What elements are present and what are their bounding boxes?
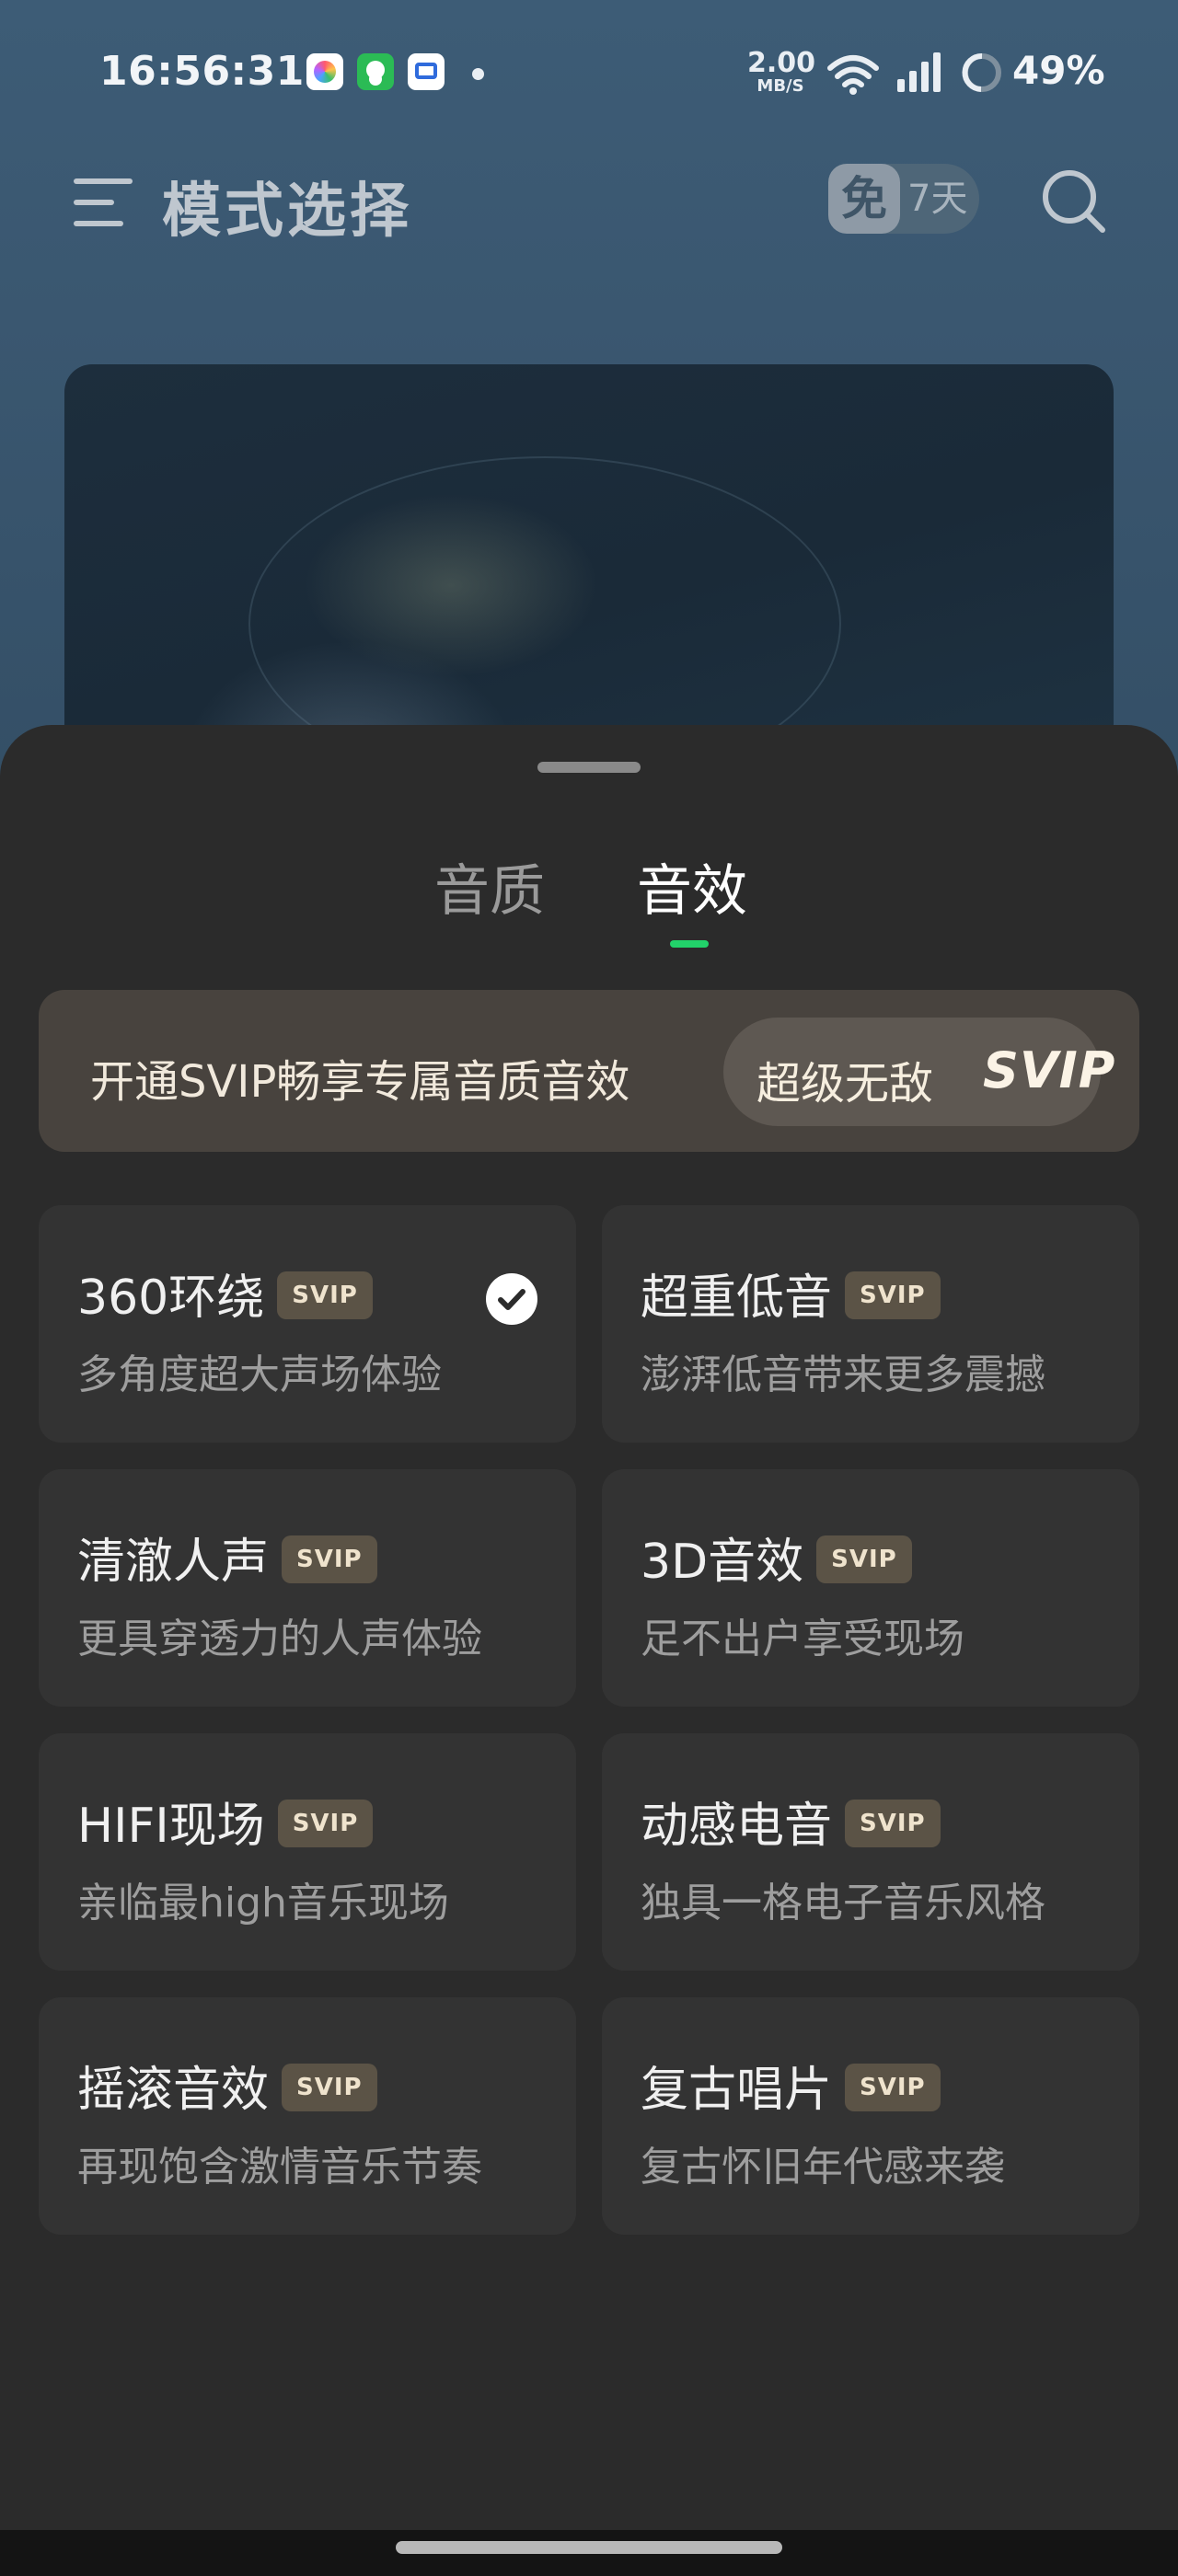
network-speed-unit: MB/S [756, 76, 804, 96]
free-icon: 免 [828, 164, 900, 234]
effect-card-360-surround[interactable]: 360环绕 SVIP 多角度超大声场体验 [39, 1205, 576, 1443]
notification-app-icon [408, 53, 445, 90]
promo-text: 开通SVIP畅享专属音质音效 [90, 1056, 630, 1108]
free-trial-badge[interactable]: 免 7天 [828, 164, 979, 234]
effect-description: 亲临最high音乐现场 [77, 1880, 449, 1926]
tab-sound-quality[interactable]: 音质 [434, 846, 545, 926]
effect-description: 多角度超大声场体验 [77, 1351, 442, 1398]
effect-card-retro-vinyl[interactable]: 复古唱片 SVIP 复古怀旧年代感来袭 [602, 1997, 1139, 2235]
effect-card-clear-vocals[interactable]: 清澈人声 SVIP 更具穿透力的人声体验 [39, 1469, 576, 1707]
effect-title: HIFI现场 [77, 1799, 265, 1854]
effect-description: 足不出户享受现场 [641, 1616, 964, 1662]
notification-app-icon [306, 53, 343, 90]
drag-handle[interactable] [537, 762, 641, 773]
menu-icon[interactable] [72, 175, 134, 230]
effect-card-hifi-live[interactable]: HIFI现场 SVIP 亲临最high音乐现场 [39, 1733, 576, 1971]
effect-card-electronic[interactable]: 动感电音 SVIP 独具一格电子音乐风格 [602, 1733, 1139, 1971]
effect-description: 更具穿透力的人声体验 [77, 1616, 482, 1662]
svip-badge: SVIP [845, 1800, 941, 1847]
open-svip-button[interactable]: 超级无敌 SVIP [723, 1018, 1114, 1126]
cellular-signal-icon [897, 52, 941, 92]
effect-title: 超重低音 [641, 1271, 833, 1326]
svip-badge: SVIP [282, 1535, 377, 1583]
wifi-icon [827, 55, 879, 95]
effect-description: 再现饱含激情音乐节奏 [77, 2144, 482, 2191]
svip-promo-banner: 开通SVIP畅享专属音质音效 超级无敌 SVIP [39, 990, 1139, 1152]
active-tab-indicator [670, 940, 709, 948]
effect-card-3d[interactable]: 3D音效 SVIP 足不出户享受现场 [602, 1469, 1139, 1707]
tab-sound-effect[interactable]: 音效 [637, 846, 747, 926]
svip-badge: SVIP [816, 1535, 912, 1583]
effect-description: 独具一格电子音乐风格 [641, 1880, 1045, 1926]
battery-level: 49% [1012, 48, 1105, 93]
effect-card-super-bass[interactable]: 超重低音 SVIP 澎湃低音带来更多震撼 [602, 1205, 1139, 1443]
effect-title: 复古唱片 [641, 2063, 833, 2118]
effect-title: 360环绕 [77, 1271, 265, 1326]
search-icon[interactable] [1038, 166, 1108, 236]
effect-description: 澎湃低音带来更多震撼 [641, 1351, 1045, 1398]
effect-card-rock[interactable]: 摇滚音效 SVIP 再现饱含激情音乐节奏 [39, 1997, 576, 2235]
svip-badge: SVIP [277, 1271, 373, 1319]
network-speed-value: 2.00 [747, 47, 816, 79]
svip-logo: SVIP [983, 1041, 1116, 1099]
svip-badge: SVIP [277, 1800, 374, 1847]
check-icon [486, 1273, 537, 1325]
home-indicator[interactable] [396, 2541, 782, 2554]
effect-title: 清澈人声 [77, 1535, 270, 1590]
effect-title: 3D音效 [641, 1535, 804, 1590]
page-title: 模式选择 [162, 178, 412, 246]
svip-badge: SVIP [282, 2064, 377, 2111]
battery-icon [962, 52, 1001, 92]
status-bar: 16:56:31 2.00 MB/S 49% [0, 0, 1178, 147]
svip-badge: SVIP [845, 1271, 941, 1319]
effect-title: 动感电音 [641, 1799, 833, 1854]
svip-badge: SVIP [845, 2064, 941, 2111]
effect-title: 摇滚音效 [77, 2063, 270, 2118]
status-time: 16:56:31 [99, 48, 305, 95]
mode-selection-sheet: 音质 音效 开通SVIP畅享专属音质音效 超级无敌 SVIP 360环绕 SVIP… [0, 725, 1178, 2530]
effect-description: 复古怀旧年代感来袭 [641, 2144, 1005, 2191]
free-trial-days: 7天 [907, 178, 968, 220]
notification-app-icon [357, 53, 394, 90]
more-notifications-dot-icon [472, 68, 484, 80]
open-svip-button-label: 超级无敌 [756, 1058, 934, 1110]
network-speed: 2.00 MB/S [747, 47, 816, 96]
